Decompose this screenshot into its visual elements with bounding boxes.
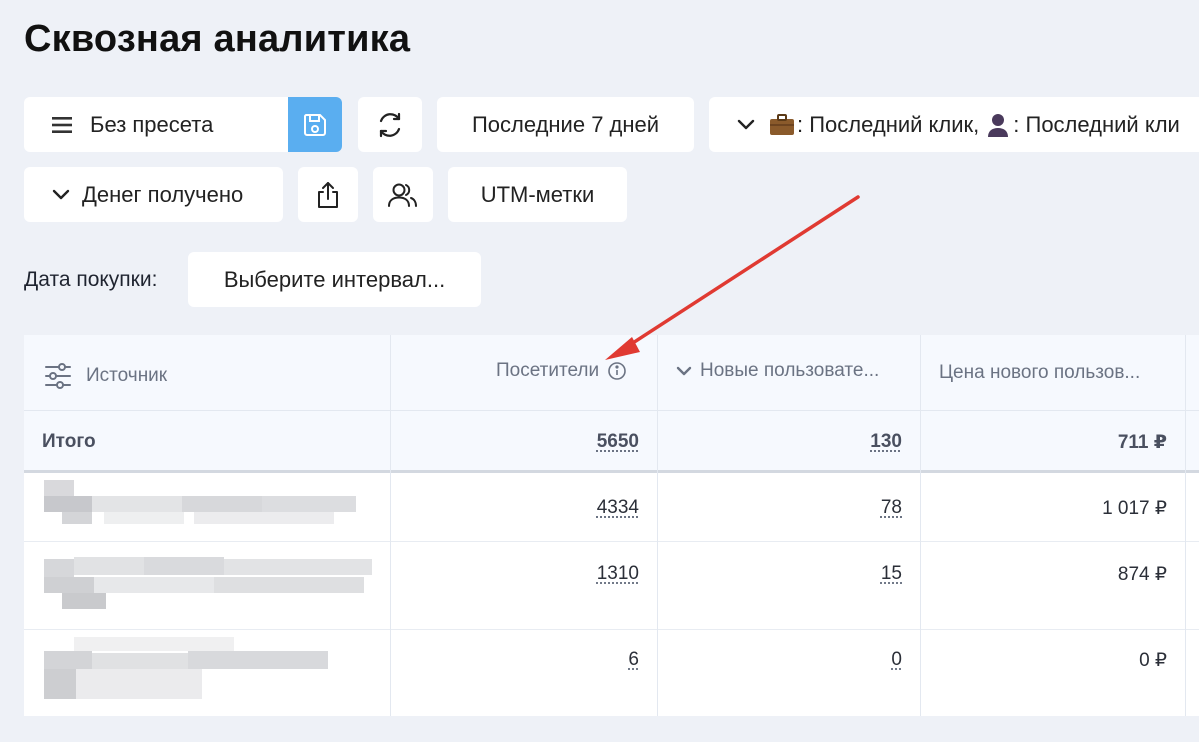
- utm-label: UTM-метки: [480, 181, 595, 207]
- source-name-redacted[interactable]: [44, 480, 364, 530]
- row-new-user-price: 874 ₽: [1117, 564, 1167, 585]
- user-icon: [988, 113, 1009, 137]
- attribution-dropdown[interactable]: : Последний клик, : Последний кли: [709, 97, 1199, 152]
- utm-tags-button[interactable]: UTM-метки: [448, 167, 627, 222]
- period-dropdown[interactable]: Последние 7 дней: [437, 97, 694, 152]
- save-icon: [303, 113, 326, 136]
- attribution-label: : Последний клик,: [797, 111, 980, 137]
- interval-placeholder: Выберите интервал...: [223, 266, 446, 292]
- total-new-user-price: 711 ₽: [1117, 432, 1167, 453]
- settings-sliders-icon[interactable]: [44, 363, 72, 389]
- total-new-users[interactable]: 130: [870, 431, 902, 453]
- period-label: Последние 7 дней: [471, 111, 660, 137]
- column-header-visitors[interactable]: Посетители: [496, 360, 627, 382]
- row-visitors[interactable]: 4334: [597, 497, 639, 519]
- chevron-down-icon: [676, 366, 692, 375]
- users-icon: [388, 183, 417, 207]
- source-name-redacted[interactable]: [44, 637, 334, 701]
- column-divider: [657, 335, 658, 716]
- source-name-redacted[interactable]: [44, 557, 374, 609]
- row-new-users[interactable]: 0: [891, 649, 902, 671]
- column-header-source[interactable]: Источник: [44, 363, 167, 389]
- chevron-down-icon: [52, 189, 70, 199]
- analytics-table: Источник Посетители Новые пользовате... …: [24, 335, 1199, 716]
- menu-icon: [52, 116, 72, 133]
- row-new-users[interactable]: 15: [881, 563, 902, 585]
- page-title: Сквозная аналитика: [24, 18, 411, 60]
- row-new-user-price: 1 017 ₽: [1102, 498, 1167, 519]
- column-header-new-user-price[interactable]: Цена нового пользов...: [939, 362, 1140, 384]
- total-visitors[interactable]: 5650: [597, 431, 639, 453]
- refresh-icon: [379, 112, 401, 137]
- chevron-down-icon: [737, 119, 755, 129]
- column-header-label: Посетители: [496, 360, 600, 381]
- column-divider: [920, 335, 921, 716]
- row-new-users[interactable]: 78: [881, 497, 902, 519]
- info-icon[interactable]: [607, 361, 627, 381]
- row-divider: [24, 629, 1199, 630]
- audience-button[interactable]: [373, 167, 433, 222]
- attribution-label-2: : Последний кли: [1013, 111, 1180, 137]
- interval-picker[interactable]: Выберите интервал...: [188, 252, 481, 307]
- save-preset-button[interactable]: [288, 97, 342, 152]
- column-header-label: Источник: [86, 365, 168, 386]
- column-divider: [1185, 335, 1186, 716]
- row-divider: [24, 541, 1199, 542]
- export-button[interactable]: [298, 167, 358, 222]
- export-icon: [318, 181, 338, 208]
- money-label: Денег получено: [82, 181, 244, 207]
- purchase-date-label: Дата покупки:: [24, 268, 158, 291]
- row-new-user-price: 0 ₽: [1139, 650, 1167, 671]
- row-visitors[interactable]: 1310: [597, 563, 639, 585]
- preset-dropdown[interactable]: Без пресета: [24, 97, 294, 152]
- money-received-dropdown[interactable]: Денег получено: [24, 167, 283, 222]
- total-label: Итого: [42, 431, 96, 452]
- column-header-new-users[interactable]: Новые пользовате...: [676, 360, 879, 382]
- preset-label: Без пресета: [90, 111, 214, 137]
- column-header-label: Новые пользовате...: [700, 360, 880, 381]
- refresh-button[interactable]: [358, 97, 422, 152]
- column-header-label: Цена нового пользов...: [939, 362, 1141, 383]
- row-visitors[interactable]: 6: [628, 649, 639, 671]
- column-divider: [390, 335, 391, 716]
- briefcase-icon: [770, 113, 794, 135]
